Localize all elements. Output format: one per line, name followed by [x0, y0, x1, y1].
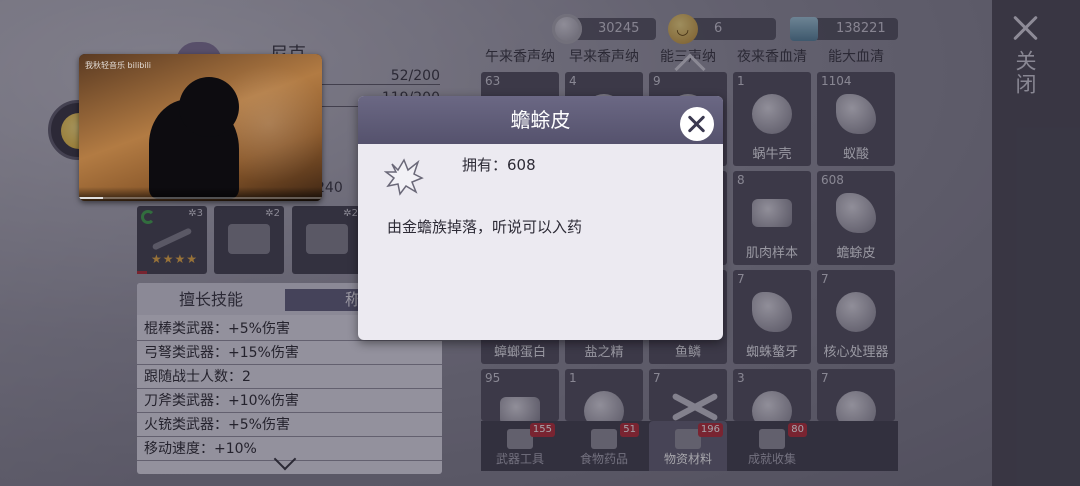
item-description: 由金蟾族掉落，听说可以入药 [387, 218, 583, 236]
dialog-close-icon[interactable] [680, 107, 714, 141]
video-title: 我秋轻音乐 bilibili [85, 61, 152, 70]
dialog-title: 蟾蜍皮 [510, 108, 571, 132]
video-progress-fill [79, 197, 104, 199]
toad-skin-icon [384, 158, 424, 196]
floating-video-player[interactable]: 我秋轻音乐 bilibili [79, 54, 322, 201]
video-character [149, 77, 239, 199]
item-detail-dialog: 蟾蜍皮 拥有：608 由金蟾族掉落，听说可以入药 [358, 96, 723, 340]
owned-count: 拥有：608 [462, 156, 536, 174]
video-progress-bar[interactable] [79, 197, 322, 199]
